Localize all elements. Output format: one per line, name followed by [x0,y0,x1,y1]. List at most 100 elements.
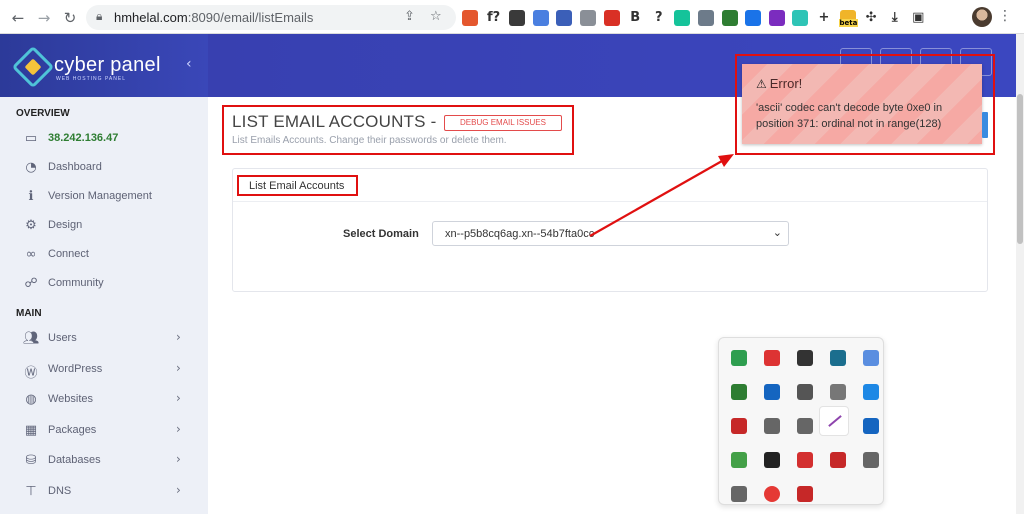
sidebar-item-version-management[interactable]: ℹ Version Management [0,184,208,210]
shield-ext-icon[interactable] [603,10,620,26]
beta-ext-icon[interactable]: beta [838,10,859,27]
chevron-right-icon: › [176,361,181,375]
sidebar-item-packages[interactable]: ▦ Packages › [0,418,208,444]
reload-icon[interactable]: ↻ [60,8,80,28]
wordpress-icon: Ⓦ [24,366,38,381]
bookmark-star-icon[interactable]: ☆ [430,9,442,24]
brand-tagline: WEB HOSTING PANEL [56,76,126,82]
lock-icon[interactable]: 🔒︎ [96,9,102,24]
tray-selected-slot[interactable] [819,406,849,436]
plus-ext-icon[interactable]: + [816,10,832,26]
browser-toolbar: ← → ↻ 🔒︎ hmhelal.com:8090/email/listEmai… [0,0,1024,34]
cube-icon[interactable] [797,350,813,366]
sync-icon[interactable] [863,418,879,434]
sidebar: cyber panel WEB HOSTING PANEL ‹ OVERVIEW… [0,34,208,514]
search-ext-icon[interactable] [745,10,762,26]
brand-header: cyber panel WEB HOSTING PANEL ‹ [0,34,208,97]
globe-ext-icon[interactable] [721,10,738,26]
sidebar-item-label: Connect [48,248,89,260]
users-icon: 👥︎ [23,331,40,346]
hb-ext-icon[interactable] [509,10,526,26]
cloud-app-icon[interactable] [764,350,780,366]
sidebar-item-label: Design [48,219,83,231]
profile-avatar[interactable] [972,7,992,27]
scrollbar-thumb[interactable] [1017,94,1023,244]
link-icon: ∞ [25,247,37,262]
sidebar-item-label: DNS [48,485,72,497]
back-icon[interactable]: ← [8,8,28,28]
chevron-down-icon: ⌄ [772,226,782,239]
domain-select[interactable]: xn--p5b8cq6ag.xn--54b7fta0cc ⌄ [432,221,789,246]
bold-b-ext-icon[interactable]: B [627,10,643,26]
printer-icon[interactable] [764,418,780,434]
security-shield-icon[interactable] [764,384,780,400]
cyberpanel-logo-icon [11,45,55,89]
question-ext-icon[interactable]: ? [651,10,667,26]
sidebar-item-users[interactable]: 👥︎ Users › [0,326,208,352]
record-icon[interactable] [764,452,780,468]
sidebar-item-label: WordPress [48,363,103,375]
info-icon: ℹ [28,189,34,204]
highlighter-ext-icon[interactable] [462,10,478,26]
translate-ext-icon[interactable] [532,10,549,26]
chrome-icon[interactable] [764,486,780,502]
sidebar-section-main: MAIN [16,308,42,319]
color-picker-ext-icon[interactable] [556,10,573,26]
anydesk-icon[interactable] [797,452,813,468]
community-icon: ☍ [24,276,38,291]
dashboard-icon: ◔ [25,160,37,175]
sidebar-item-websites[interactable]: ◍ Websites › [0,387,208,413]
browser-menu-icon[interactable]: ⋮ [998,8,1012,24]
sidebar-item-ip[interactable]: ▭ 38.242.136.47 [0,126,208,152]
globe-app-icon[interactable] [731,384,747,400]
sidebar-item-wordpress[interactable]: Ⓦ WordPress › [0,357,208,383]
url-text[interactable]: hmhelal.com:8090/email/listEmails [114,10,313,25]
chevron-right-icon: › [176,330,181,344]
sidebar-item-community[interactable]: ☍ Community [0,271,208,297]
camera-ext-icon[interactable] [579,10,596,26]
printer-icon[interactable] [863,452,879,468]
puzzle-ext-icon[interactable]: ✣ [863,10,879,26]
chevron-right-icon: › [176,452,181,466]
drive-icon[interactable] [731,350,747,366]
formula-ext-icon[interactable]: f? [486,10,502,26]
acrobat-icon[interactable] [731,418,747,434]
feather-icon [828,415,842,427]
collapse-sidebar-icon[interactable]: ‹ [186,56,192,72]
w-ext-icon[interactable] [768,10,785,26]
sidebar-item-dns[interactable]: ⊤ DNS › [0,479,208,505]
app-c-icon[interactable] [830,452,846,468]
sidebar-ext-icon[interactable]: ▣ [910,10,926,26]
bluetooth-icon[interactable] [863,350,879,366]
sidebar-item-label: Dashboard [48,161,102,173]
sidebar-item-connect[interactable]: ∞ Connect [0,242,208,268]
sidebar-item-databases[interactable]: ⛁ Databases › [0,448,208,474]
onedrive-icon[interactable] [797,384,813,400]
bolt-icon[interactable] [863,384,879,400]
screen-ext-icon[interactable] [697,10,714,26]
share-icon[interactable]: ⇪ [404,9,415,24]
address-bar[interactable]: 🔒︎ hmhelal.com:8090/email/listEmails ⇪ ☆ [86,5,456,30]
sidebar-item-label: Version Management [48,190,152,202]
n-ext-icon[interactable] [792,10,809,26]
ccleaner-icon[interactable] [797,486,813,502]
printer-icon[interactable] [731,486,747,502]
beta-badge: beta [838,19,859,27]
sidebar-item-label: 38.242.136.47 [48,132,119,144]
download-ext-icon[interactable]: ⤓ [887,10,903,26]
sidebar-item-dashboard[interactable]: ◔ Dashboard [0,155,208,181]
eye-monitor-icon[interactable] [830,350,846,366]
sidebar-item-label: Databases [48,454,101,466]
forward-icon[interactable]: → [34,8,54,28]
nvidia-icon[interactable] [731,452,747,468]
printer-icon[interactable] [797,418,813,434]
usb-drive-icon[interactable] [830,384,846,400]
chevron-right-icon: › [176,391,181,405]
page-scrollbar[interactable] [1016,34,1024,514]
grammarly-ext-icon[interactable] [674,10,691,26]
sidebar-item-design[interactable]: ⚙ Design [0,213,208,239]
sitemap-icon: ⊤ [25,484,37,499]
globe-icon: ◍ [25,392,37,407]
database-icon: ⛁ [25,453,37,468]
chevron-right-icon: › [176,483,181,497]
